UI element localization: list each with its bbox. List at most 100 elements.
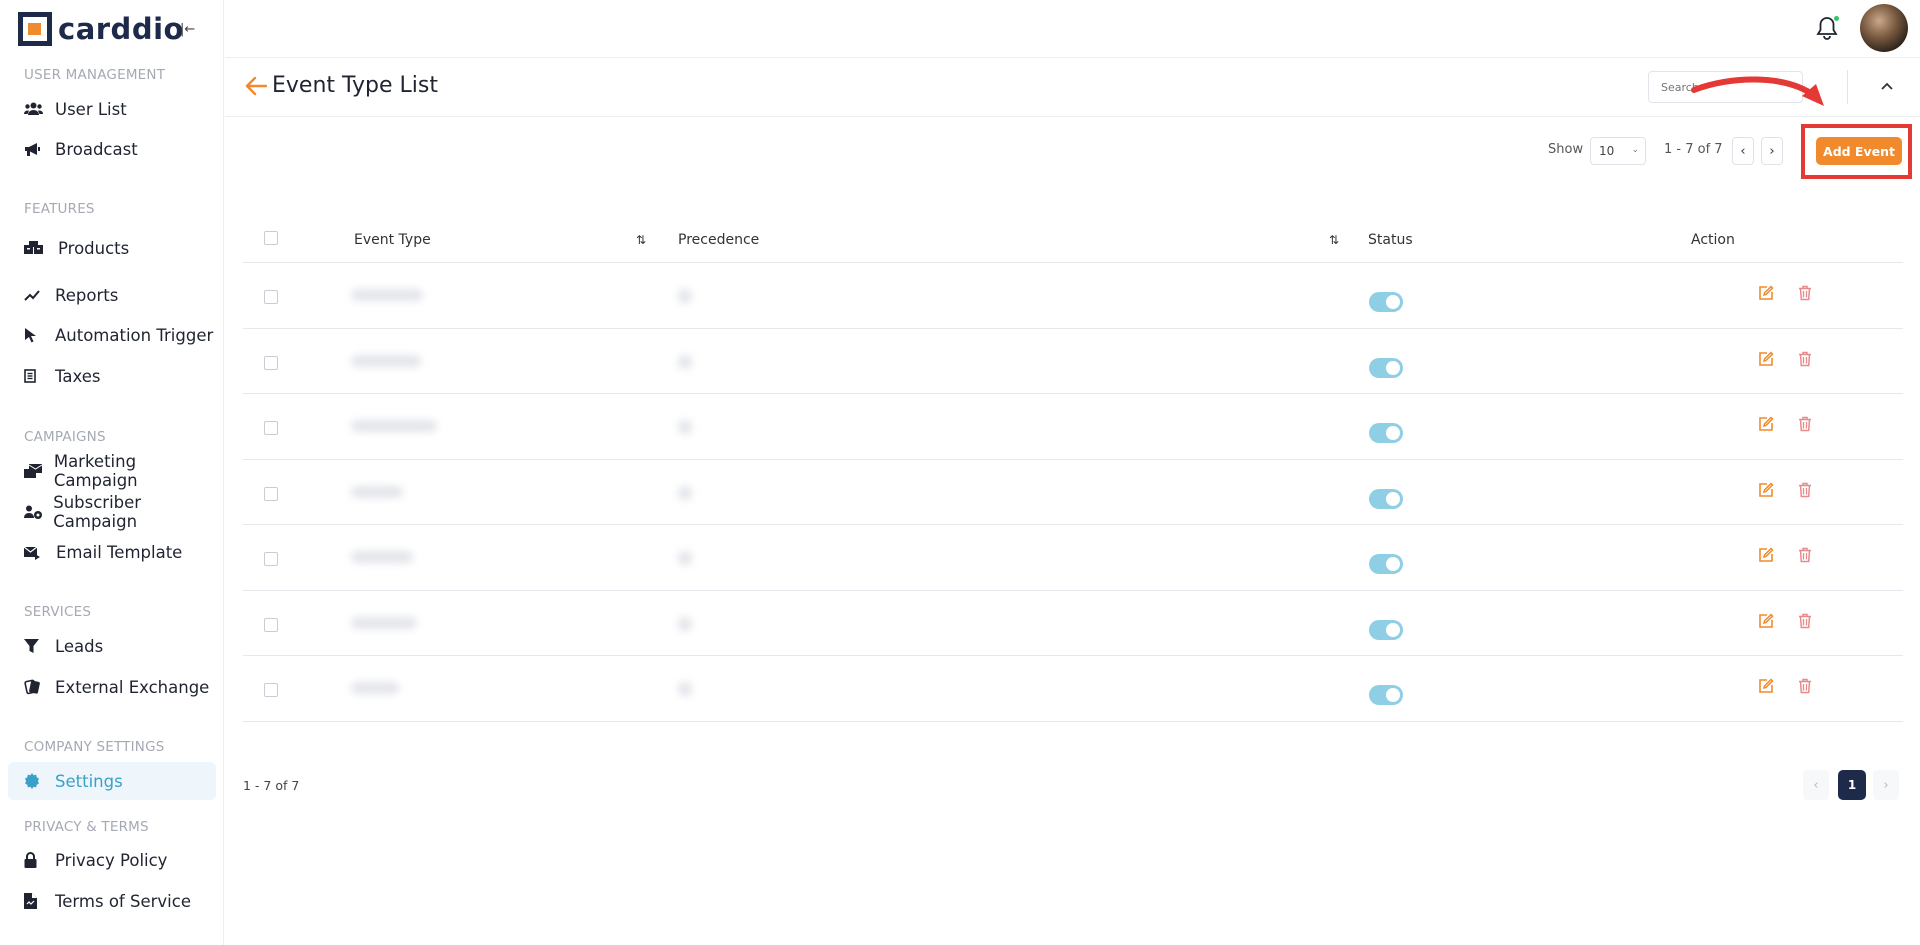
table-row	[243, 460, 1903, 525]
sidebar-item-user-list[interactable]: User List	[8, 90, 216, 128]
funnel-icon	[24, 638, 46, 654]
trash-icon[interactable]	[1798, 678, 1812, 698]
sidebar-item-label: Products	[58, 238, 130, 258]
status-toggle[interactable]	[1369, 357, 1403, 378]
chevron-up-icon[interactable]	[1881, 79, 1893, 93]
edit-icon[interactable]	[1758, 481, 1774, 502]
sidebar-item-subscriber-campaign[interactable]: Subscriber Campaign	[8, 493, 216, 531]
column-header-precedence[interactable]: Precedence	[678, 232, 759, 248]
sidebar-item-terms-of-service[interactable]: Terms of Service	[8, 882, 216, 920]
event-type-cell-redacted	[351, 354, 421, 367]
row-checkbox[interactable]	[264, 355, 278, 370]
sidebar-item-label: Settings	[55, 771, 123, 791]
table-row	[243, 591, 1903, 656]
event-type-cell-redacted	[351, 420, 437, 432]
column-header-event-type[interactable]: Event Type	[354, 232, 431, 248]
status-toggle[interactable]	[1369, 292, 1403, 312]
sidebar-item-leads[interactable]: Leads	[8, 627, 216, 665]
precedence-cell-redacted	[678, 354, 692, 369]
edit-icon[interactable]	[1758, 285, 1774, 305]
event-type-cell-redacted	[351, 551, 413, 563]
sidebar-item-label: Taxes	[55, 366, 101, 386]
sort-icon[interactable]: ⇅	[1329, 233, 1339, 247]
sidebar-item-email-template[interactable]: Email Template	[8, 533, 216, 571]
receipt-icon	[24, 369, 46, 383]
user-avatar[interactable]	[1860, 4, 1908, 52]
mail-template-icon	[24, 545, 46, 560]
sidebar-item-marketing-campaign[interactable]: Marketing Campaign	[8, 452, 216, 490]
pager-next-button[interactable]: ›	[1873, 770, 1899, 800]
document-icon	[24, 893, 46, 909]
sidebar-item-broadcast[interactable]: Broadcast	[8, 130, 216, 168]
status-toggle[interactable]	[1369, 488, 1403, 509]
event-type-cell-redacted	[351, 289, 423, 301]
sidebar-item-taxes[interactable]: Taxes	[8, 357, 216, 395]
logo[interactable]: carddio	[18, 11, 184, 47]
pager-prev-button[interactable]: ‹	[1803, 770, 1829, 800]
sidebar-item-label: Broadcast	[55, 139, 138, 159]
page-title: Event Type List	[272, 73, 438, 98]
status-toggle[interactable]	[1369, 554, 1403, 574]
status-toggle[interactable]	[1369, 685, 1403, 705]
table-body	[243, 263, 1903, 722]
mail-bulk-icon	[24, 463, 45, 479]
row-checkbox[interactable]	[264, 683, 278, 697]
sidebar-item-privacy-policy[interactable]: Privacy Policy	[8, 841, 216, 879]
logo-mark-icon	[18, 12, 52, 46]
sidebar-item-label: External Exchange	[55, 677, 210, 697]
edit-icon[interactable]	[1758, 350, 1774, 371]
sidebar-item-label: Privacy Policy	[55, 850, 168, 870]
logo-text: carddio	[58, 12, 184, 46]
megaphone-icon	[24, 142, 46, 157]
row-checkbox[interactable]	[264, 421, 278, 435]
trash-icon[interactable]	[1798, 482, 1812, 502]
sidebar-item-external-exchange[interactable]: External Exchange	[8, 668, 216, 706]
section-title-services: SERVICES	[24, 604, 92, 620]
users-icon	[24, 102, 46, 116]
sidebar-item-automation-trigger[interactable]: Automation Trigger	[8, 316, 216, 354]
notification-bell-icon[interactable]	[1816, 15, 1840, 44]
row-checkbox[interactable]	[264, 290, 278, 304]
sidebar-item-label: User List	[55, 99, 127, 119]
sort-icon[interactable]: ⇅	[636, 233, 646, 247]
collapse-sidebar-icon[interactable]: |←	[180, 22, 195, 37]
notification-dot	[1833, 15, 1840, 22]
sidebar-item-settings[interactable]: Settings	[8, 762, 216, 800]
sidebar-item-products[interactable]: Products	[8, 229, 216, 267]
footer-range-label: 1 - 7 of 7	[243, 778, 300, 793]
trash-icon[interactable]	[1798, 613, 1812, 633]
edit-icon[interactable]	[1758, 416, 1774, 436]
row-checkbox[interactable]	[264, 617, 278, 632]
sidebar-item-reports[interactable]: Reports	[8, 276, 216, 314]
chevron-left-icon: ‹	[1813, 777, 1819, 793]
table-row	[243, 394, 1903, 460]
sidebar-item-label: Email Template	[56, 542, 183, 562]
edit-icon[interactable]	[1758, 678, 1774, 698]
next-page-button[interactable]: ›	[1761, 137, 1783, 165]
chart-line-icon	[24, 289, 46, 301]
back-arrow-icon[interactable]	[245, 76, 268, 100]
edit-icon[interactable]	[1758, 612, 1774, 633]
row-checkbox[interactable]	[264, 552, 278, 566]
trash-icon[interactable]	[1798, 416, 1812, 436]
column-header-action: Action	[1691, 232, 1735, 248]
status-toggle[interactable]	[1369, 619, 1403, 640]
prev-page-button[interactable]: ‹	[1732, 137, 1754, 165]
edit-icon[interactable]	[1758, 547, 1774, 567]
row-checkbox[interactable]	[264, 486, 278, 501]
chevron-right-icon: ›	[1883, 777, 1889, 793]
chevron-down-icon: ⌄	[1631, 145, 1639, 155]
boxes-icon	[24, 241, 46, 255]
table-row	[243, 656, 1903, 722]
status-toggle[interactable]	[1369, 423, 1403, 443]
trash-icon[interactable]	[1798, 285, 1812, 305]
add-event-button[interactable]: Add Event	[1816, 137, 1902, 165]
top-bar	[225, 0, 1920, 58]
select-all-checkbox[interactable]	[264, 231, 278, 245]
precedence-cell-redacted	[678, 289, 692, 303]
trash-icon[interactable]	[1798, 547, 1812, 567]
trash-icon[interactable]	[1798, 351, 1812, 371]
pager-current-page[interactable]: 1	[1838, 770, 1866, 800]
event-type-cell-redacted	[351, 682, 399, 694]
page-size-select[interactable]: 10 ⌄	[1590, 137, 1646, 165]
